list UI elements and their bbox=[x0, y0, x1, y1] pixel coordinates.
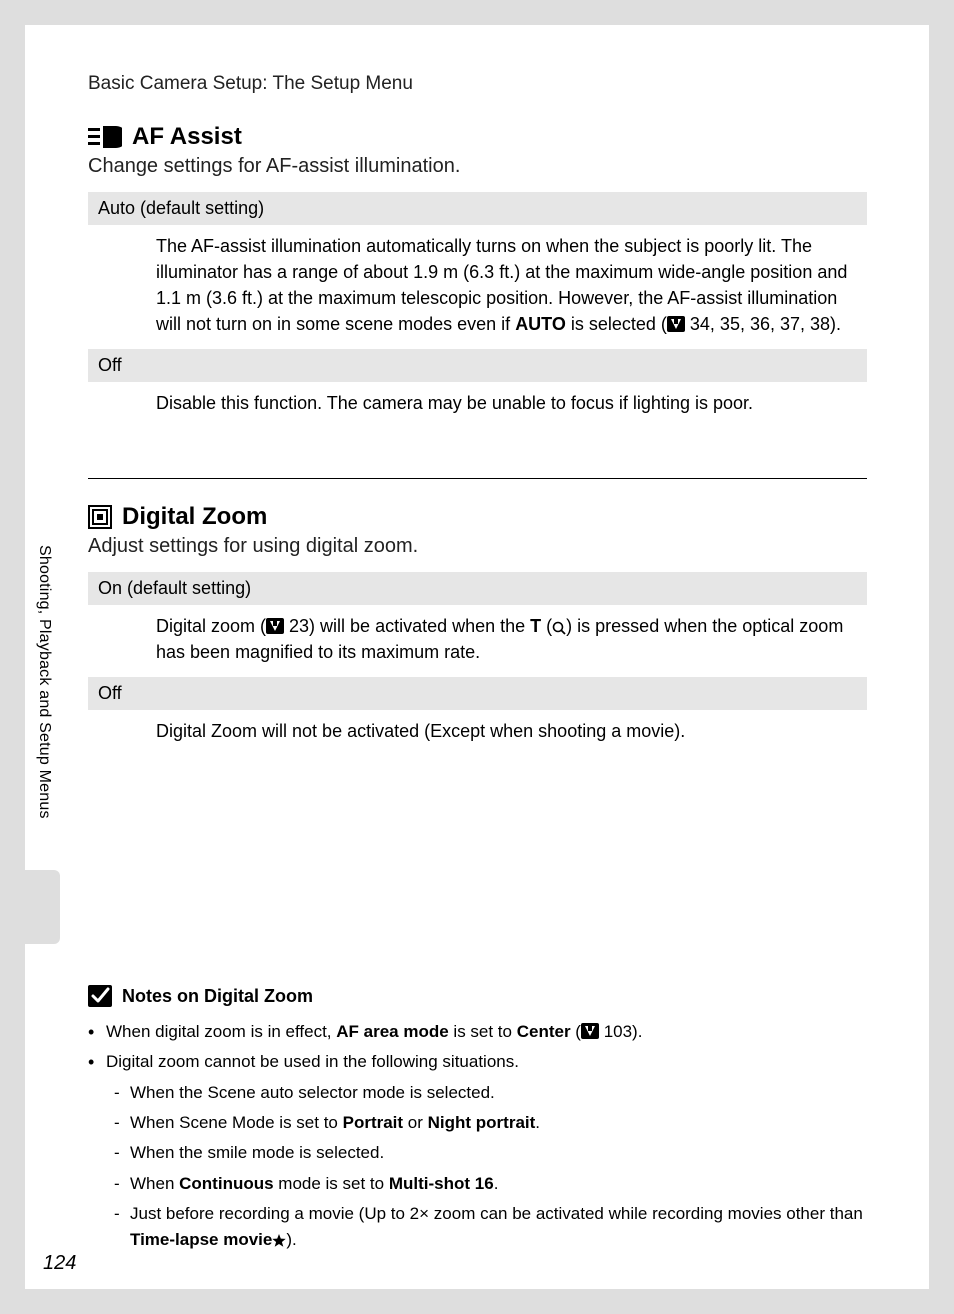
section-digital-zoom: Digital Zoom Adjust settings for using d… bbox=[88, 503, 867, 756]
text: mode is set to bbox=[274, 1174, 389, 1193]
note-bullet-1: When digital zoom is in effect, AF area … bbox=[88, 1019, 867, 1045]
text-bold: Time-lapse movie bbox=[130, 1230, 272, 1249]
dz-row2-body: Digital Zoom will not be activated (Exce… bbox=[88, 710, 867, 756]
page-ref-icon bbox=[667, 316, 685, 332]
star-icon bbox=[272, 1234, 286, 1248]
af-row2-head: Off bbox=[88, 349, 867, 382]
note-sub-1: When the Scene auto selector mode is sel… bbox=[106, 1080, 867, 1106]
magnify-icon bbox=[552, 621, 566, 635]
text: When bbox=[130, 1174, 179, 1193]
af-row2-body: Disable this function. The camera may be… bbox=[88, 382, 867, 428]
af-assist-title: AF Assist bbox=[132, 123, 242, 151]
dz-row2-head: Off bbox=[88, 677, 867, 710]
text-bold: Multi-shot 16 bbox=[389, 1174, 494, 1193]
text-bold: Night portrait bbox=[428, 1113, 536, 1132]
page-number: 124 bbox=[43, 1252, 76, 1275]
text-bold: AF area mode bbox=[336, 1022, 448, 1041]
text-bold: T bbox=[530, 616, 541, 636]
note-sub-4: When Continuous mode is set to Multi-sho… bbox=[106, 1171, 867, 1197]
text: . bbox=[494, 1174, 499, 1193]
text: ( bbox=[541, 616, 552, 636]
text: is selected ( bbox=[566, 314, 667, 334]
text-bold: AUTO bbox=[515, 314, 566, 334]
note-sub-2: When Scene Mode is set to Portrait or Ni… bbox=[106, 1110, 867, 1136]
text-bold: Continuous bbox=[179, 1174, 273, 1193]
notes-section: Notes on Digital Zoom When digital zoom … bbox=[88, 985, 867, 1258]
af-assist-table: Auto (default setting) The AF-assist ill… bbox=[88, 192, 867, 428]
text: When Scene Mode is set to bbox=[130, 1113, 343, 1132]
text: Digital zoom cannot be used in the follo… bbox=[106, 1052, 519, 1071]
note-sub-3: When the smile mode is selected. bbox=[106, 1140, 867, 1166]
page-ref-icon bbox=[581, 1023, 599, 1039]
text: 23) will be activated when the bbox=[284, 616, 530, 636]
digital-zoom-subtitle: Adjust settings for using digital zoom. bbox=[88, 535, 867, 558]
text: 34, 35, 36, 37, 38). bbox=[685, 314, 841, 334]
section-divider bbox=[88, 478, 867, 479]
text: ). bbox=[286, 1230, 296, 1249]
text: ( bbox=[571, 1022, 581, 1041]
text: or bbox=[403, 1113, 428, 1132]
note-bullet-2: Digital zoom cannot be used in the follo… bbox=[88, 1049, 867, 1253]
note-sub-5: Just before recording a movie (Up to 2× … bbox=[106, 1201, 867, 1254]
af-assist-subtitle: Change settings for AF-assist illuminati… bbox=[88, 155, 867, 178]
text: Just before recording a movie (Up to 2× … bbox=[130, 1204, 863, 1223]
text: 103). bbox=[599, 1022, 642, 1041]
page-ref-icon bbox=[266, 618, 284, 634]
text: is set to bbox=[449, 1022, 517, 1041]
page-header: Basic Camera Setup: The Setup Menu bbox=[88, 73, 413, 95]
side-tab bbox=[25, 870, 60, 944]
digital-zoom-title: Digital Zoom bbox=[122, 503, 267, 531]
side-section-label: Shooting, Playback and Setup Menus bbox=[35, 545, 53, 819]
notes-title: Notes on Digital Zoom bbox=[122, 986, 313, 1007]
af-row1-head: Auto (default setting) bbox=[88, 192, 867, 225]
af-row1-body: The AF-assist illumination automatically… bbox=[88, 225, 867, 349]
text-bold: Center bbox=[517, 1022, 571, 1041]
note-check-icon bbox=[88, 985, 112, 1007]
digital-zoom-icon bbox=[88, 505, 112, 529]
section-af-assist: AF Assist Change settings for AF-assist … bbox=[88, 123, 867, 428]
text: Digital zoom ( bbox=[156, 616, 266, 636]
dz-row1-body: Digital zoom ( 23) will be activated whe… bbox=[88, 605, 867, 677]
af-assist-icon bbox=[88, 126, 122, 148]
dz-row1-head: On (default setting) bbox=[88, 572, 867, 605]
text: When digital zoom is in effect, bbox=[106, 1022, 336, 1041]
text: . bbox=[535, 1113, 540, 1132]
text-bold: Portrait bbox=[343, 1113, 403, 1132]
digital-zoom-table: On (default setting) Digital zoom ( 23) … bbox=[88, 572, 867, 756]
